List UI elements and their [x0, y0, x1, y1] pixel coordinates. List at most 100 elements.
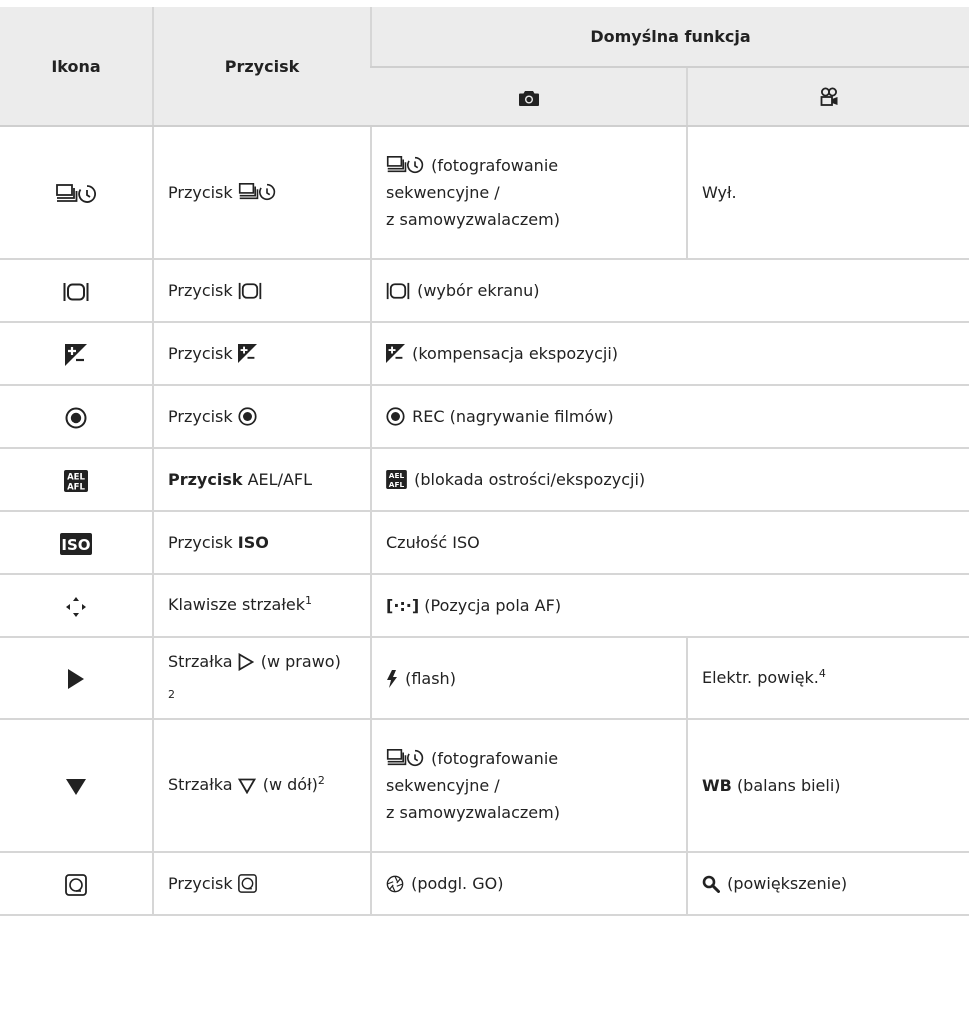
footnote-ref: 2 [317, 774, 325, 787]
iso-icon: ISO [60, 532, 92, 555]
drive-selftimer-icon [56, 183, 96, 205]
button-cell: Przycisk [152, 126, 371, 260]
arrow-pad-icon [65, 596, 87, 618]
button-function-table: Ikona Przycisk Domyślna funkcja Przycisk… [0, 7, 969, 916]
icon-cell [0, 126, 153, 260]
photo-function-text: REC (nagrywanie filmów) [412, 407, 614, 426]
video-function-cell: Wył. [685, 126, 969, 260]
button-label: Przycisk [168, 874, 233, 893]
button-label: Przycisk [168, 533, 233, 552]
button-cell: Strzałka (w prawo) 2 [152, 637, 371, 720]
drive-selftimer-icon [238, 182, 276, 202]
ael-afl-icon: AEL AFL [64, 469, 88, 492]
button-label: Klawisze strzałek [168, 595, 305, 614]
photo-function-text: sekwencyjne / [386, 183, 500, 202]
button-cell: Przycisk ISO [152, 511, 371, 575]
video-function-text: (powiększenie) [727, 874, 848, 893]
table-row: Przycisk (podgl. GO) (powiększenie) [0, 852, 969, 916]
camera-icon [518, 90, 539, 106]
photo-function-cell: (fotografowanie sekwencyjne / z samowyzw… [370, 126, 687, 260]
preview-button-icon [65, 873, 87, 896]
photo-function-text: z samowyzwalaczem) [386, 210, 560, 229]
button-label: Strzałka [168, 651, 233, 671]
svg-text:AEL: AEL [67, 472, 85, 482]
photo-function-cell: [·:·] (Pozycja pola AF) [369, 574, 969, 638]
photo-function-cell: (fotografowanie sekwencyjne / z samowyzw… [370, 719, 687, 853]
exposure-comp-icon [237, 344, 257, 363]
footnote-ref: 1 [304, 594, 312, 607]
button-cell: Przycisk [152, 322, 371, 386]
button-cell: Przycisk [152, 385, 371, 449]
photo-function-cell: (kompensacja ekspozycji) [369, 322, 969, 386]
table-row: Strzałka (w dół)2 (fotografowanie sekwen… [0, 719, 969, 853]
photo-function-cell: Czułość ISO [369, 511, 969, 575]
table-row: ISO Przycisk ISO Czułość ISO [0, 511, 969, 575]
svg-text:ISO: ISO [61, 536, 90, 554]
record-icon [65, 407, 87, 429]
photo-function-text: z samowyzwalaczem) [386, 803, 560, 822]
photo-function-text: (fotografowanie [431, 156, 559, 175]
photo-function-text: (kompensacja ekspozycji) [412, 344, 619, 363]
af-target-icon: [·:·] [386, 596, 420, 615]
button-cell: Przycisk [152, 852, 371, 916]
iso-label: ISO [237, 533, 269, 552]
button-cell: Przycisk AEL/AFL [152, 448, 371, 512]
right-arrow-icon [67, 668, 85, 690]
video-function-cell: (powiększenie) [685, 852, 969, 916]
aperture-preview-icon [386, 875, 404, 893]
button-label: Przycisk [168, 470, 243, 489]
photo-function-text: (wybór ekranu) [417, 281, 540, 300]
lv-display-icon [386, 282, 410, 300]
table-row: Przycisk REC (nagrywanie filmów) [0, 385, 969, 449]
photo-function-cell: (flash) [370, 637, 687, 720]
button-label: Strzałka [168, 775, 233, 794]
table-row: Klawisze strzałek1 [·:·] (Pozycja pola A… [0, 574, 969, 638]
button-label-suffix: (w prawo) [260, 651, 341, 671]
icon-cell [0, 574, 153, 638]
photo-function-text: (fotografowanie [431, 749, 559, 768]
icon-cell: ISO [0, 511, 153, 575]
table-row: Strzałka (w prawo) 2 (flash) Elektr. pow… [0, 637, 969, 720]
video-function-text: Elektr. powięk. [702, 667, 819, 687]
record-icon [238, 407, 257, 426]
svg-text:AEL: AEL [389, 471, 405, 480]
header-video-mode [685, 67, 969, 127]
table-row: Przycisk (fotografowanie sekwencyjne / z… [0, 126, 969, 260]
header-button: Przycisk [152, 7, 371, 127]
photo-function-text: (Pozycja pola AF) [424, 596, 562, 615]
svg-text:AFL: AFL [389, 480, 405, 489]
photo-function-cell: REC (nagrywanie filmów) [369, 385, 969, 449]
lv-display-icon [238, 282, 262, 300]
icon-cell [0, 852, 153, 916]
drive-selftimer-icon [386, 155, 424, 175]
button-label-suffix: AEL/AFL [247, 470, 313, 489]
exposure-comp-icon [386, 344, 405, 363]
drive-selftimer-icon [386, 748, 424, 768]
down-arrow-icon [65, 778, 87, 796]
record-icon [386, 407, 405, 426]
svg-text:AFL: AFL [67, 482, 85, 492]
photo-function-cell: AEL AFL (blokada ostrości/ekspozycji) [369, 448, 969, 512]
movie-camera-icon [819, 87, 839, 107]
photo-function-cell: (podgl. GO) [370, 852, 687, 916]
photo-function-text: (blokada ostrości/ekspozycji) [414, 470, 646, 489]
button-cell: Strzałka (w dół)2 [152, 719, 371, 853]
footnote-ref: 2 [168, 688, 175, 702]
right-outline-arrow-icon [238, 652, 254, 671]
flash-icon [386, 669, 398, 688]
icon-cell [0, 385, 153, 449]
icon-cell [0, 637, 153, 720]
footnote-ref: 4 [818, 666, 826, 680]
ael-afl-icon: AEL AFL [386, 470, 407, 489]
header-photo-mode [371, 67, 687, 127]
table-row: AEL AFL Przycisk AEL/AFL AEL AFL (blokada … [0, 448, 969, 512]
lv-display-icon [63, 282, 89, 302]
button-cell: Klawisze strzałek1 [152, 574, 371, 638]
button-label: Przycisk [168, 344, 233, 363]
photo-function-text: (flash) [405, 668, 456, 688]
magnify-icon [702, 875, 720, 893]
button-label: Przycisk [168, 183, 233, 202]
table-row: Przycisk (kompensacja ekspozycji) [0, 322, 969, 386]
photo-function-text: sekwencyjne / [386, 776, 500, 795]
wb-label: WB [702, 776, 732, 795]
